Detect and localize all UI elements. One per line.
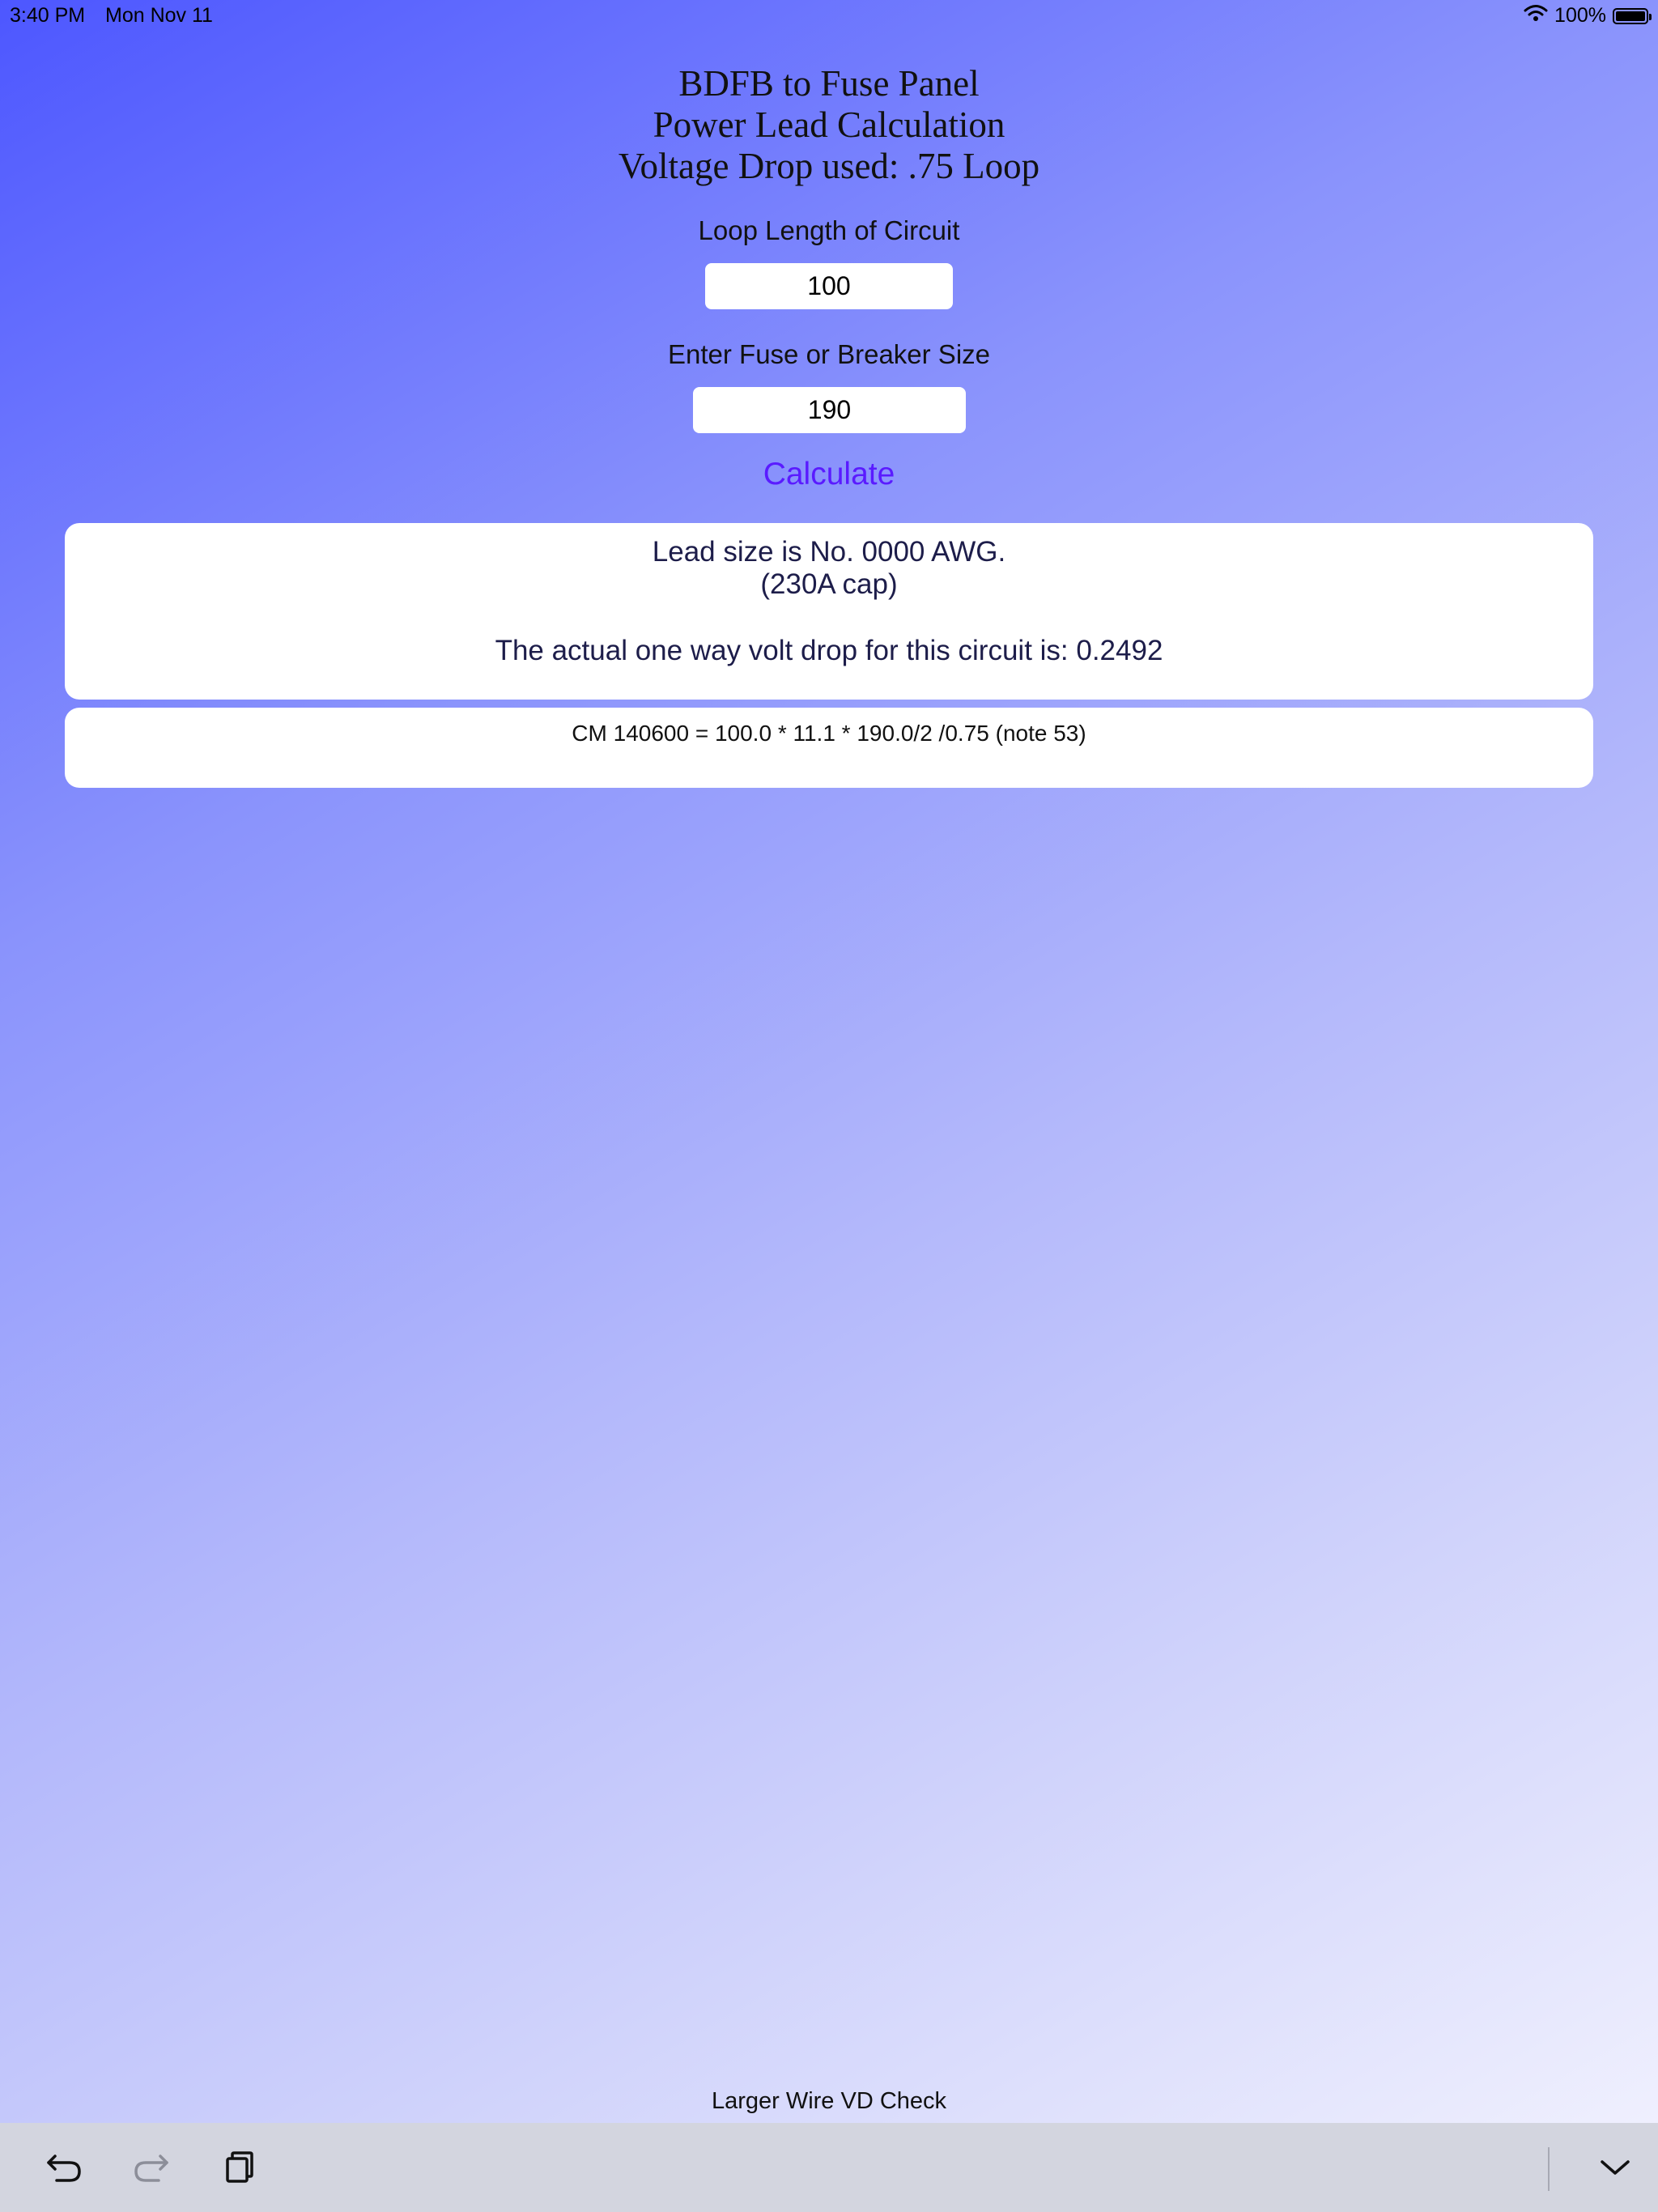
wifi-icon: [1524, 4, 1548, 28]
loop-length-input[interactable]: [705, 263, 953, 309]
title-line-1: BDFB to Fuse Panel: [678, 63, 980, 104]
status-indicators: 100%: [1524, 4, 1652, 28]
result-card: Lead size is No. 0000 AWG. (230A cap) Th…: [65, 523, 1593, 700]
calculate-button[interactable]: Calculate: [0, 456, 1658, 493]
formula-card: CM 140600 = 100.0 * 11.1 * 190.0/2 /0.75…: [65, 708, 1593, 788]
formula-text: CM 140600 = 100.0 * 11.1 * 190.0/2 /0.75…: [572, 721, 1086, 746]
status-date: Mon Nov 11: [105, 4, 213, 27]
battery-fill: [1616, 11, 1645, 21]
lead-size-text: Lead size is No. 0000 AWG.: [652, 536, 1006, 568]
status-time: 3:40 PM: [10, 4, 86, 27]
loop-length-label: Loop Length of Circuit: [698, 215, 960, 245]
fuse-size-input[interactable]: [693, 387, 966, 433]
title-line-3: Voltage Drop used: .75 Loop: [618, 146, 1040, 186]
fuse-size-label: Enter Fuse or Breaker Size: [668, 339, 990, 369]
larger-wire-vd-check-button[interactable]: Larger Wire VD Check: [0, 2087, 1658, 2116]
keyboard-toolbar: [0, 2123, 1658, 2212]
battery-icon: [1613, 7, 1652, 24]
status-bar: 3:40 PM Mon Nov 11 100%: [0, 0, 1658, 32]
redo-icon[interactable]: [131, 2147, 172, 2188]
page-title: BDFB to Fuse Panel Power Lead Calculatio…: [0, 63, 1658, 187]
battery-percent: 100%: [1554, 4, 1606, 27]
volt-drop-text: The actual one way volt drop for this ci…: [495, 635, 1163, 666]
paste-icon[interactable]: [219, 2147, 259, 2188]
undo-icon[interactable]: [44, 2147, 84, 2188]
toolbar-divider: [1548, 2147, 1550, 2191]
chevron-down-icon[interactable]: [1595, 2147, 1635, 2188]
title-line-2: Power Lead Calculation: [653, 104, 1005, 145]
capacity-text: (230A cap): [760, 568, 898, 600]
